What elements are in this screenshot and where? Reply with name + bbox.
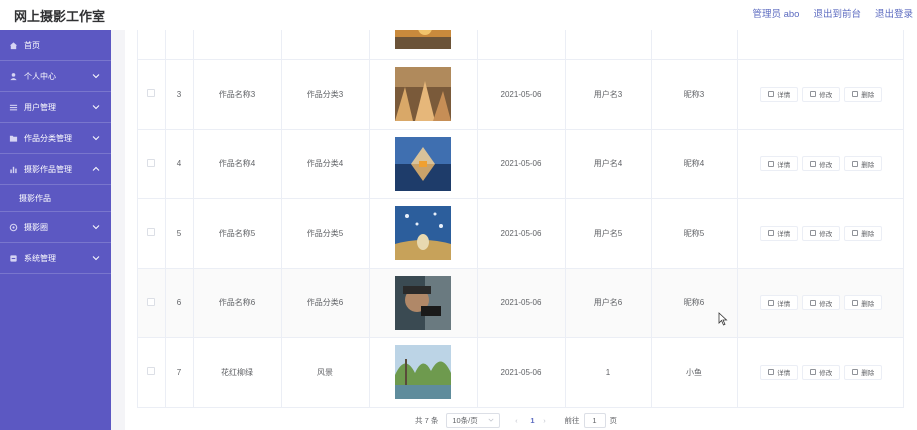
works-table: 3 作品名称3 作品分类3 2021-05-06 用户名3 昵称3 详情 修改 … — [137, 30, 904, 408]
row-checkbox[interactable] — [147, 89, 156, 98]
sidebar-item-label: 作品分类管理 — [24, 133, 72, 143]
row-checkbox[interactable] — [147, 158, 156, 167]
mouse-cursor-icon — [718, 312, 728, 326]
detail-button[interactable]: 详情 — [760, 156, 799, 172]
photo-thumbnail[interactable] — [395, 136, 451, 191]
chevron-down-icon — [92, 136, 100, 141]
goto-page-input[interactable] — [583, 412, 606, 428]
chevron-down-icon — [92, 74, 100, 79]
table-row: 5 作品名称5 作品分类5 2021-05-06 用户名5 昵称5 详情 修改 … — [138, 198, 903, 269]
row-checkbox[interactable] — [147, 297, 156, 306]
document-icon — [768, 160, 775, 167]
trash-icon — [852, 299, 859, 306]
pen-icon — [810, 230, 817, 237]
row-checkbox[interactable] — [147, 367, 156, 376]
photo-thumbnail[interactable] — [395, 30, 451, 49]
sidebar-item-label: 系统管理 — [24, 253, 56, 263]
top-header: 网上摄影工作室 管理员 abo 退出到前台 退出登录 — [0, 0, 917, 30]
trash-icon — [852, 160, 859, 167]
photo-thumbnail[interactable] — [395, 67, 451, 122]
detail-button[interactable]: 详情 — [760, 364, 799, 380]
sidebar-item-label: 摄影作品管理 — [24, 164, 72, 174]
circle-icon — [9, 223, 18, 232]
edit-button[interactable]: 修改 — [802, 364, 841, 380]
goto-label: 前往 — [564, 415, 580, 425]
document-icon — [768, 369, 775, 376]
detail-button[interactable]: 详情 — [760, 295, 799, 311]
photo-thumbnail[interactable] — [395, 275, 451, 330]
edit-button[interactable]: 修改 — [802, 295, 841, 311]
home-icon — [9, 41, 18, 50]
table-row — [138, 30, 903, 60]
site-title: 网上摄影工作室 — [14, 9, 106, 24]
pen-icon — [810, 299, 817, 306]
sidebar-item-label: 个人中心 — [24, 71, 56, 81]
admin-user-link[interactable]: 管理员 abo — [752, 6, 799, 20]
sidebar-item-works[interactable]: 摄影作品管理 — [0, 154, 111, 185]
edit-button[interactable]: 修改 — [802, 156, 841, 172]
sidebar-item-label: 首页 — [24, 40, 40, 50]
sidebar: 首页 个人中心 用户管理 作品分类管理 摄影作品管理 摄影作品 摄影圈 系统管理 — [0, 30, 111, 430]
chevron-down-icon — [92, 256, 100, 261]
chevron-down-icon — [488, 418, 494, 422]
logout-link[interactable]: 退出登录 — [875, 6, 913, 20]
back-to-front-link[interactable]: 退出到前台 — [813, 6, 861, 20]
sidebar-item-system[interactable]: 系统管理 — [0, 243, 111, 274]
delete-button[interactable]: 删除 — [844, 225, 883, 241]
detail-button[interactable]: 详情 — [760, 225, 799, 241]
sidebar-item-circle[interactable]: 摄影圈 — [0, 212, 111, 243]
prev-page-button[interactable]: ‹ — [510, 416, 522, 425]
photo-thumbnail[interactable] — [395, 345, 451, 400]
delete-button[interactable]: 删除 — [844, 364, 883, 380]
pen-icon — [810, 369, 817, 376]
edit-button[interactable]: 修改 — [802, 86, 841, 102]
chevron-down-icon — [92, 225, 100, 230]
page-unit-label: 页 — [609, 415, 618, 425]
sidebar-subitem-works[interactable]: 摄影作品 — [0, 185, 111, 212]
list-icon — [9, 103, 18, 112]
sidebar-item-category[interactable]: 作品分类管理 — [0, 123, 111, 154]
content-gutter — [111, 30, 125, 430]
document-icon — [768, 91, 775, 98]
delete-button[interactable]: 删除 — [844, 156, 883, 172]
sidebar-item-label: 摄影圈 — [24, 222, 48, 232]
edit-button[interactable]: 修改 — [802, 225, 841, 241]
photo-thumbnail[interactable] — [395, 206, 451, 261]
header-links: 管理员 abo 退出到前台 退出登录 — [752, 6, 917, 20]
delete-button[interactable]: 删除 — [844, 86, 883, 102]
document-icon — [768, 299, 775, 306]
bar-chart-icon — [9, 165, 18, 174]
folder-icon — [9, 134, 18, 143]
next-page-button[interactable]: › — [539, 416, 551, 425]
sidebar-item-profile[interactable]: 个人中心 — [0, 61, 111, 92]
pen-icon — [810, 160, 817, 167]
page-size-select[interactable]: 10条/页 — [446, 412, 501, 428]
pagination: 共 7 条 10条/页 ‹ 1 › 前往 页 — [415, 412, 617, 428]
table-row: 4 作品名称4 作品分类4 2021-05-06 用户名4 昵称4 详情 修改 … — [138, 129, 903, 199]
table-row: 6 作品名称6 作品分类6 2021-05-06 用户名6 昵称6 详情 修改 … — [138, 268, 903, 338]
row-checkbox[interactable] — [147, 228, 156, 237]
main-content: 3 作品名称3 作品分类3 2021-05-06 用户名3 昵称3 详情 修改 … — [125, 30, 917, 430]
sidebar-item-label: 用户管理 — [24, 102, 56, 112]
sidebar-item-home[interactable]: 首页 — [0, 30, 111, 61]
chevron-down-icon — [92, 105, 100, 110]
document-icon — [768, 230, 775, 237]
table-row: 3 作品名称3 作品分类3 2021-05-06 用户名3 昵称3 详情 修改 … — [138, 59, 903, 130]
trash-icon — [852, 230, 859, 237]
settings-icon — [9, 254, 18, 263]
sidebar-item-users[interactable]: 用户管理 — [0, 92, 111, 123]
trash-icon — [852, 369, 859, 376]
trash-icon — [852, 91, 859, 98]
table-row: 7 花红柳绿 风景 2021-05-06 1 小鱼 详情 修改 删除 — [138, 337, 903, 408]
pen-icon — [810, 91, 817, 98]
chevron-up-icon — [92, 166, 100, 171]
detail-button[interactable]: 详情 — [760, 86, 799, 102]
delete-button[interactable]: 删除 — [844, 295, 883, 311]
user-icon — [9, 72, 18, 81]
page-number[interactable]: 1 — [530, 416, 534, 425]
total-count: 共 7 条 — [415, 415, 439, 425]
